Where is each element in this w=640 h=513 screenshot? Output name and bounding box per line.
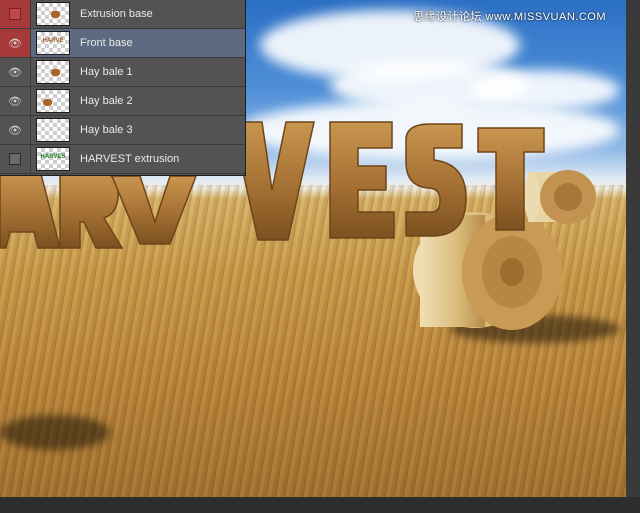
horizontal-scrollbar[interactable] [0,497,640,513]
visibility-toggle[interactable] [0,0,31,28]
hay-icon [43,99,52,106]
layer-thumbnail [36,60,70,84]
layer-row-hay-bale-1[interactable]: 👁 Hay bale 1 [0,58,245,87]
eye-icon: 👁 [8,124,22,137]
layer-name: Extrusion base [80,8,153,20]
layer-thumbnail [36,89,70,113]
hidden-icon [9,153,21,165]
harvest-text-thumb: HARVE [42,38,64,44]
layer-thumbnail [36,2,70,26]
visibility-toggle[interactable] [0,145,31,173]
layer-thumbnail: HARVES [36,147,70,171]
eye-icon: 👁 [8,66,22,79]
layer-name: Hay bale 1 [80,66,133,78]
hay-icon [51,69,60,76]
layer-thumbnail: HARVE [36,31,70,55]
watermark-text: 思缘设计论坛 www.MISSVUAN.COM [412,11,606,23]
vertical-scrollbar[interactable] [626,0,640,513]
layer-row-harvest-extrusion[interactable]: HARVES HARVEST extrusion [0,145,245,174]
layer-row-extrusion-base[interactable]: Extrusion base [0,0,245,29]
hidden-icon [9,8,21,20]
layer-name: Hay bale 3 [80,124,133,136]
visibility-toggle[interactable]: 👁 [0,116,31,144]
harvest-text-thumb: HARVES [40,154,66,160]
hay-icon [51,11,60,18]
eye-icon: 👁 [8,37,22,50]
layer-row-hay-bale-3[interactable]: 👁 Hay bale 3 [0,116,245,145]
visibility-toggle[interactable]: 👁 [0,87,31,115]
visibility-toggle[interactable]: 👁 [0,58,31,86]
eye-icon: 👁 [8,95,22,108]
layer-row-front-base[interactable]: 👁 HARVE Front base [0,29,245,58]
layer-row-hay-bale-2[interactable]: 👁 Hay bale 2 [0,87,245,116]
bale-3d [524,170,596,224]
layer-thumbnail [36,118,70,142]
visibility-toggle[interactable]: 👁 [0,29,31,57]
layers-panel: Extrusion base 👁 HARVE Front base 👁 Hay … [0,0,246,176]
layer-name: HARVEST extrusion [80,153,180,165]
layer-name: Hay bale 2 [80,95,133,107]
photoshop-workspace: 思缘设计论坛 www.MISSVUAN.COM Extrusion base 👁… [0,0,640,513]
layer-name: Front base [80,37,133,49]
